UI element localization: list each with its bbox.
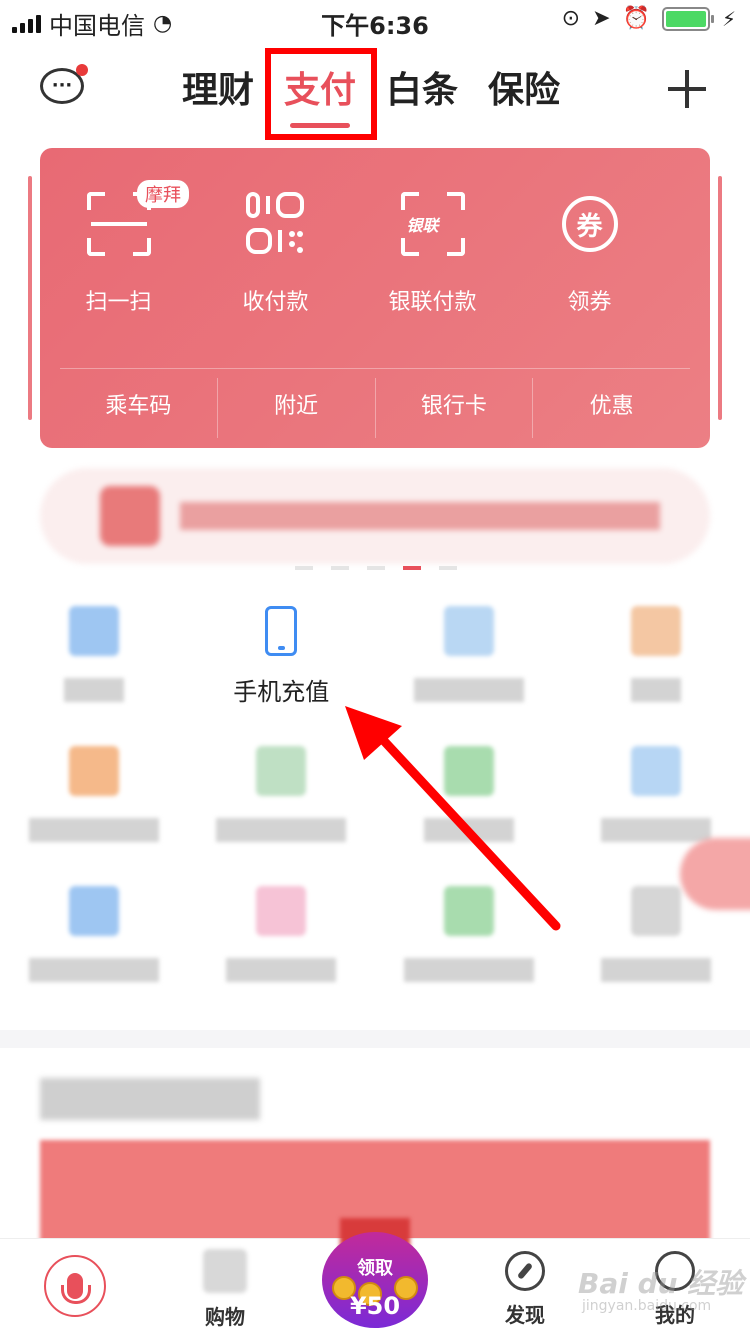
scan-button[interactable]: 摩拜 扫一扫 — [40, 180, 197, 316]
tab-baitiao[interactable]: 白条 — [386, 66, 458, 116]
discount-link[interactable]: 优惠 — [533, 378, 690, 438]
microphone-icon — [61, 1273, 91, 1304]
unionpay-button[interactable]: 银联 银联付款 — [354, 192, 511, 316]
mobike-tag: 摩拜 — [137, 180, 189, 208]
collect-pay-button[interactable]: 收付款 — [197, 192, 354, 316]
status-right: ⊙ ➤ ⏰ ⚡ — [562, 6, 736, 31]
tab-discover-label: 发现 — [505, 1303, 545, 1327]
battery-icon — [661, 6, 714, 31]
card-actions: 摩拜 扫一扫 收付款 银联 银联付款 券 领券 — [40, 148, 710, 316]
ride-code-link[interactable]: 乘车码 — [60, 378, 218, 438]
phone-icon — [265, 606, 298, 656]
unionpay-icon-text: 银联 — [406, 216, 439, 235]
watermark: Bai du 经验 jingyan.baidu.com — [578, 1262, 744, 1314]
charging-icon: ⚡ — [721, 6, 736, 31]
carousel-dots — [295, 566, 457, 570]
mobile-recharge-label: 手机充值 — [233, 678, 330, 706]
top-header: ··· 理财 支付 白条 保险 — [0, 48, 750, 140]
unionpay-icon: 银联 — [400, 192, 465, 256]
red-packet-get-label: 领取 — [357, 1258, 393, 1279]
service-item[interactable] — [375, 886, 563, 1026]
service-item[interactable] — [375, 606, 563, 746]
location-icon: ➤ — [592, 6, 611, 31]
shopping-icon — [203, 1249, 247, 1293]
section-separator — [0, 1030, 750, 1048]
status-bar: 中国电信 ◔ 下午6:36 ⊙ ➤ ⏰ ⚡ — [0, 0, 750, 40]
service-item[interactable] — [375, 746, 563, 886]
pay-card: 摩拜 扫一扫 收付款 银联 银联付款 券 领券 乘车码 附近 银行卡 优惠 — [40, 148, 710, 448]
message-button[interactable]: ··· — [40, 64, 88, 110]
rotation-lock-icon: ⊙ — [561, 6, 581, 31]
bank-card-link[interactable]: 银行卡 — [376, 378, 534, 438]
unionpay-label: 银联付款 — [388, 290, 477, 315]
service-item[interactable] — [188, 886, 376, 1026]
tab-licai[interactable]: 理财 — [182, 66, 254, 116]
service-item[interactable] — [0, 606, 188, 746]
red-packet-button[interactable]: 领取 ¥50 — [322, 1218, 428, 1328]
compass-icon — [505, 1251, 545, 1291]
service-item[interactable] — [188, 746, 376, 886]
watermark-url: jingyan.baidu.com — [582, 1298, 712, 1314]
coupon-button[interactable]: 券 领券 — [511, 192, 668, 316]
promo-banner[interactable] — [40, 468, 710, 564]
service-item[interactable] — [563, 606, 750, 746]
plus-icon[interactable] — [668, 70, 706, 108]
collect-pay-label: 收付款 — [242, 290, 309, 315]
tab-highlight-box — [265, 48, 377, 140]
tab-shopping[interactable]: 购物 — [180, 1249, 270, 1330]
watermark-text: Bai du 经验 — [578, 1267, 744, 1300]
nearby-link[interactable]: 附近 — [218, 378, 376, 438]
service-item[interactable] — [0, 886, 188, 1026]
card-side-line-right — [718, 176, 722, 420]
mobile-recharge-button[interactable]: 手机充值 — [188, 606, 376, 746]
section-title — [40, 1078, 260, 1120]
card-side-line-left — [28, 176, 32, 420]
tab-shopping-label: 购物 — [205, 1305, 245, 1329]
tab-discover[interactable]: 发现 — [480, 1249, 570, 1328]
coupon-icon: 券 — [558, 192, 622, 256]
service-item[interactable] — [0, 746, 188, 886]
coupon-label: 领券 — [567, 290, 612, 315]
unread-dot — [76, 64, 88, 76]
floating-badge[interactable] — [680, 838, 750, 910]
red-packet-amount: ¥50 — [349, 1292, 401, 1320]
card-divider — [60, 368, 690, 369]
service-grid: 手机充值 — [0, 606, 750, 1026]
alarm-icon: ⏰ — [622, 6, 650, 31]
card-sub-menu: 乘车码 附近 银行卡 优惠 — [60, 378, 690, 438]
voice-button[interactable] — [44, 1255, 106, 1317]
payment-code-icon — [244, 192, 308, 256]
tab-baoxian[interactable]: 保险 — [488, 66, 560, 116]
scan-label: 扫一扫 — [85, 290, 152, 315]
coupon-icon-text: 券 — [561, 196, 618, 252]
